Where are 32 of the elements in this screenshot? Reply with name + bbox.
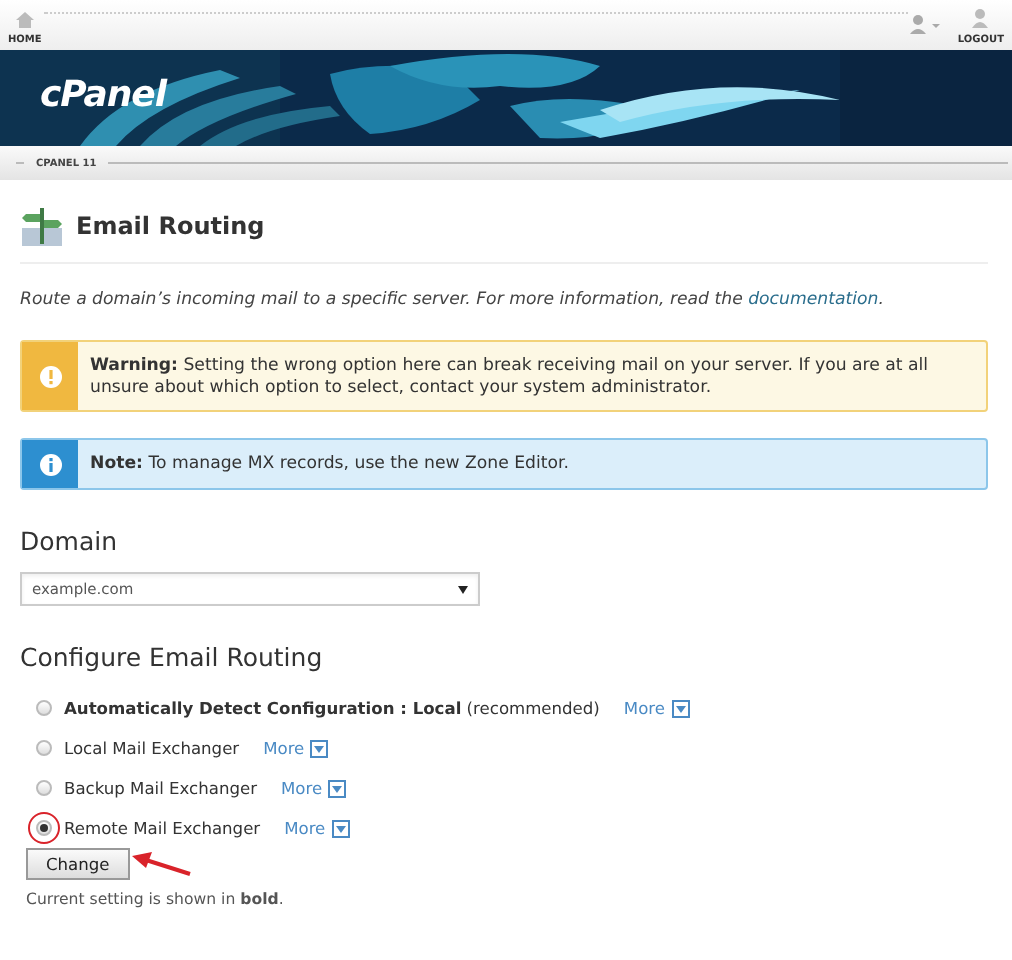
option-label: Remote Mail Exchanger [64,818,261,839]
dropdown-icon [331,819,350,838]
routing-signpost-icon [20,204,64,248]
home-icon[interactable] [15,12,34,28]
more-link[interactable]: More [263,738,329,759]
alert-text: Warning: Setting the wrong option here can break receiving mail on your server. If you are at all unsure about which option to select, contact your system administrator. [88,354,931,402]
option-label: Local Mail Exchanger [64,738,240,759]
change-button[interactable]: Change [26,848,130,881]
caret-icon [458,585,468,594]
cpanel-logo: cPanel [40,74,167,116]
page-description: Route a domain’s incoming mail to a specific server. For more information, read the documentation. [20,290,886,310]
alert-text: Note: To manage MX records, use the new Zone Editor. [88,452,572,479]
info-icon [39,453,61,476]
radio-button[interactable] [36,740,52,757]
section-heading: Domain [20,526,120,557]
dropdown-icon [328,779,347,798]
option-label: Automatically Detect Configuration : Local (recommended) [64,698,600,719]
exclamation-icon [39,365,61,388]
user-menu-icon[interactable] [909,14,942,34]
more-link[interactable]: More [281,778,347,799]
radio-button[interactable] [36,700,52,717]
option-label: Backup Mail Exchanger [64,778,257,799]
documentation-link[interactable]: documentation [748,290,879,310]
user-icon[interactable] [972,8,989,28]
dropdown-icon [671,699,689,718]
dropdown-icon [310,739,329,758]
radio-button[interactable] [36,780,52,797]
more-link[interactable]: More [284,818,350,839]
section-heading: Configure Email Routing [20,642,325,673]
page-title: Email Routing [76,212,265,240]
radio-button[interactable] [36,820,52,837]
more-link[interactable]: More [623,698,689,719]
